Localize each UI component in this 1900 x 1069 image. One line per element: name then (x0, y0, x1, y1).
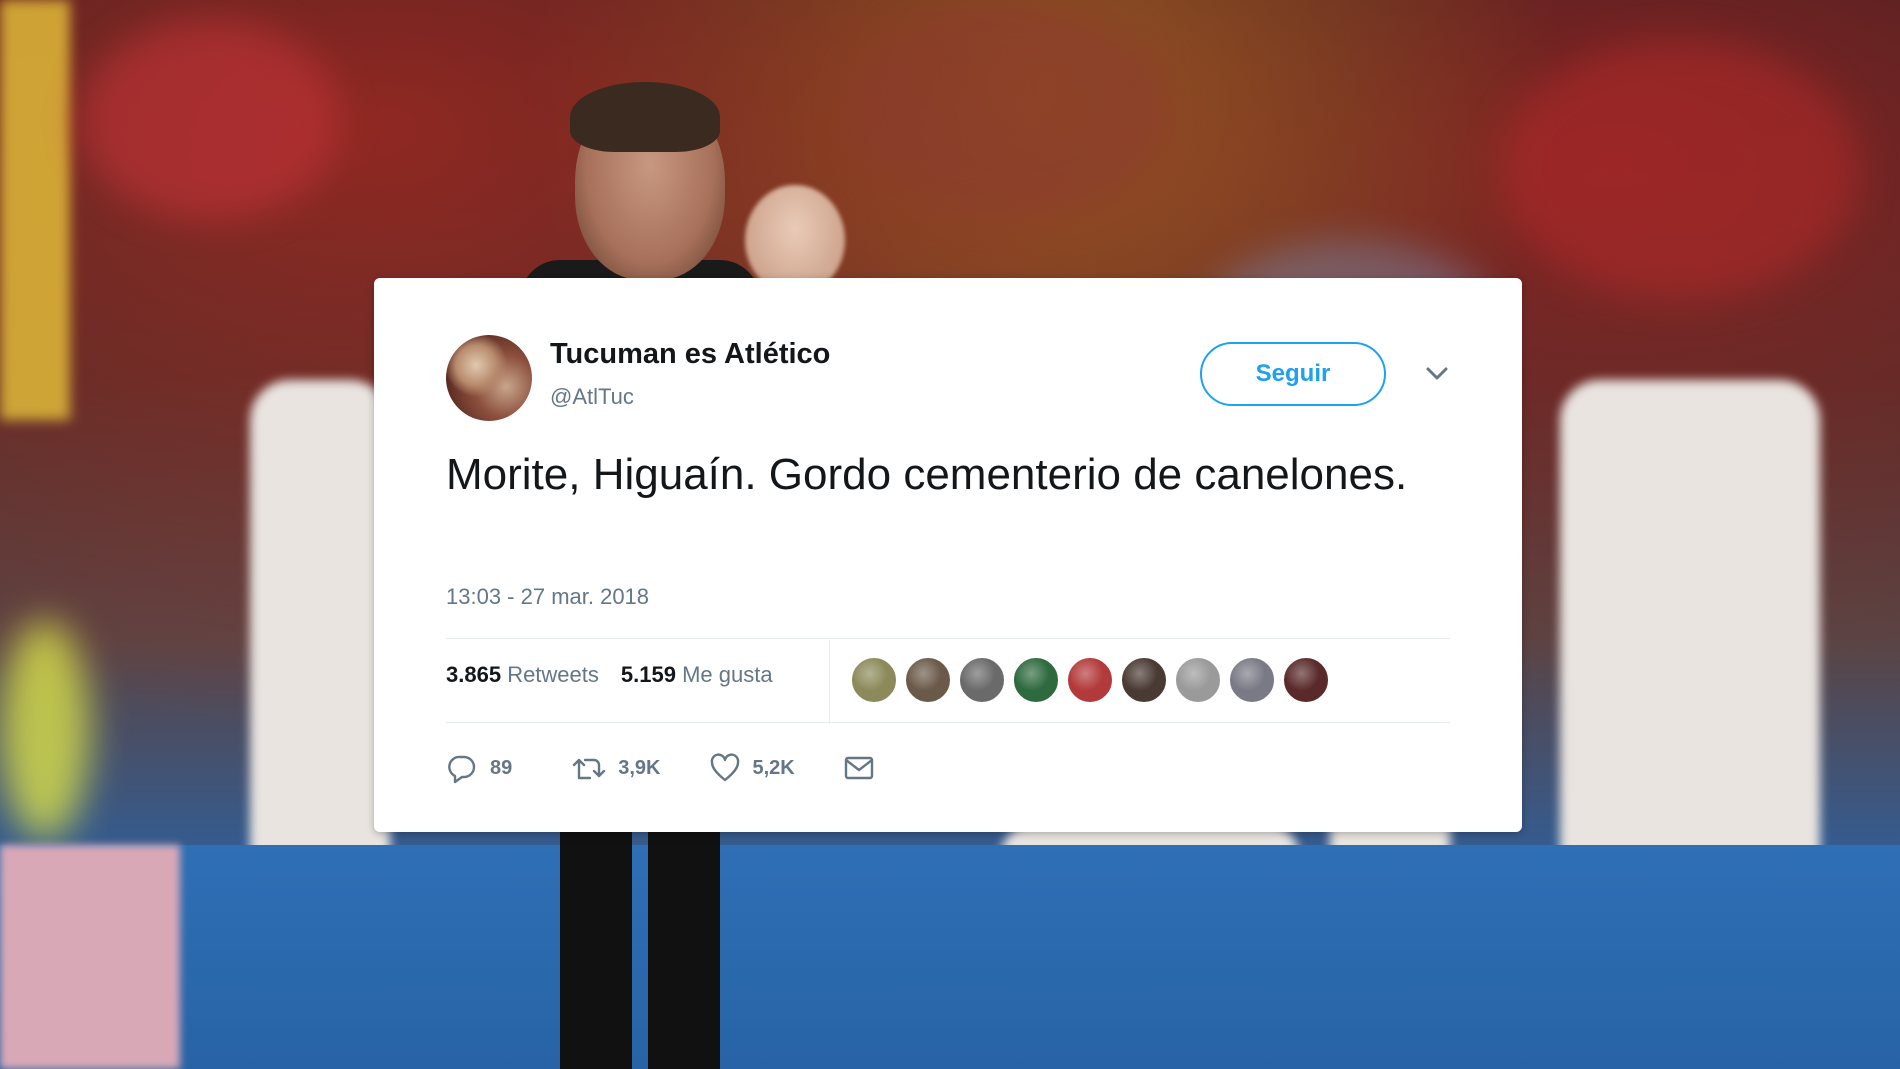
crowd-blur (80, 20, 340, 220)
direct-message-button[interactable] (843, 752, 875, 784)
author-name[interactable]: Tucuman es Atlético (550, 338, 830, 371)
retweets-stat[interactable]: 3.865 Retweets (446, 662, 599, 687)
likes-stat[interactable]: 5.159 Me gusta (621, 662, 773, 687)
liker-avatar[interactable] (1283, 657, 1329, 703)
follow-button[interactable]: Seguir (1200, 342, 1386, 406)
author-handle[interactable]: @AtlTuc (550, 384, 634, 410)
retweet-count: 3,9K (618, 756, 661, 779)
like-button[interactable]: 5,2K (709, 752, 795, 784)
retweets-label: Retweets (507, 662, 599, 687)
background-flag (0, 0, 70, 420)
crowd-blur (850, 0, 1170, 220)
liker-avatar[interactable] (905, 657, 951, 703)
likers-avatars (851, 657, 1337, 703)
avatar[interactable] (446, 335, 532, 421)
heart-icon (709, 752, 741, 784)
likes-count: 5.159 (620, 662, 676, 687)
tweet-text: Morite, Higuaín. Gordo cementerio de can… (446, 450, 1408, 499)
tweet-actions: 89 3,9K 5,2K (446, 748, 875, 788)
mail-icon (843, 752, 875, 784)
crowd-blur (1500, 40, 1860, 300)
liker-avatar[interactable] (1013, 657, 1059, 703)
retweets-count: 3.865 (446, 662, 502, 687)
crowd-blur (0, 620, 90, 840)
reply-button[interactable]: 89 (446, 752, 512, 784)
chevron-down-icon[interactable] (1424, 364, 1450, 384)
retweet-button[interactable]: 3,9K (572, 752, 661, 784)
tweet-stats: 3.865 Retweets 5.159 Me gusta (446, 662, 773, 688)
divider (829, 640, 830, 724)
stadium-ad-board (0, 845, 180, 1069)
likes-label: Me gusta (682, 662, 773, 687)
stadium-ad-board (0, 845, 1900, 1069)
divider (446, 722, 1450, 723)
reply-count: 89 (490, 756, 513, 779)
divider (446, 638, 1450, 639)
liker-avatar[interactable] (1229, 657, 1275, 703)
liker-avatar[interactable] (851, 657, 897, 703)
liker-avatar[interactable] (1121, 657, 1167, 703)
tweet-timestamp[interactable]: 13:03 - 27 mar. 2018 (446, 584, 649, 610)
liker-avatar[interactable] (1067, 657, 1113, 703)
background-photo: Tucuman es Atlético @AtlTuc Seguir Morit… (0, 0, 1900, 1069)
liker-avatar[interactable] (1175, 657, 1221, 703)
tweet-card: Tucuman es Atlético @AtlTuc Seguir Morit… (374, 278, 1522, 832)
liker-avatar[interactable] (959, 657, 1005, 703)
like-count: 5,2K (752, 756, 795, 779)
reply-icon (446, 752, 478, 784)
retweet-icon (572, 752, 606, 784)
